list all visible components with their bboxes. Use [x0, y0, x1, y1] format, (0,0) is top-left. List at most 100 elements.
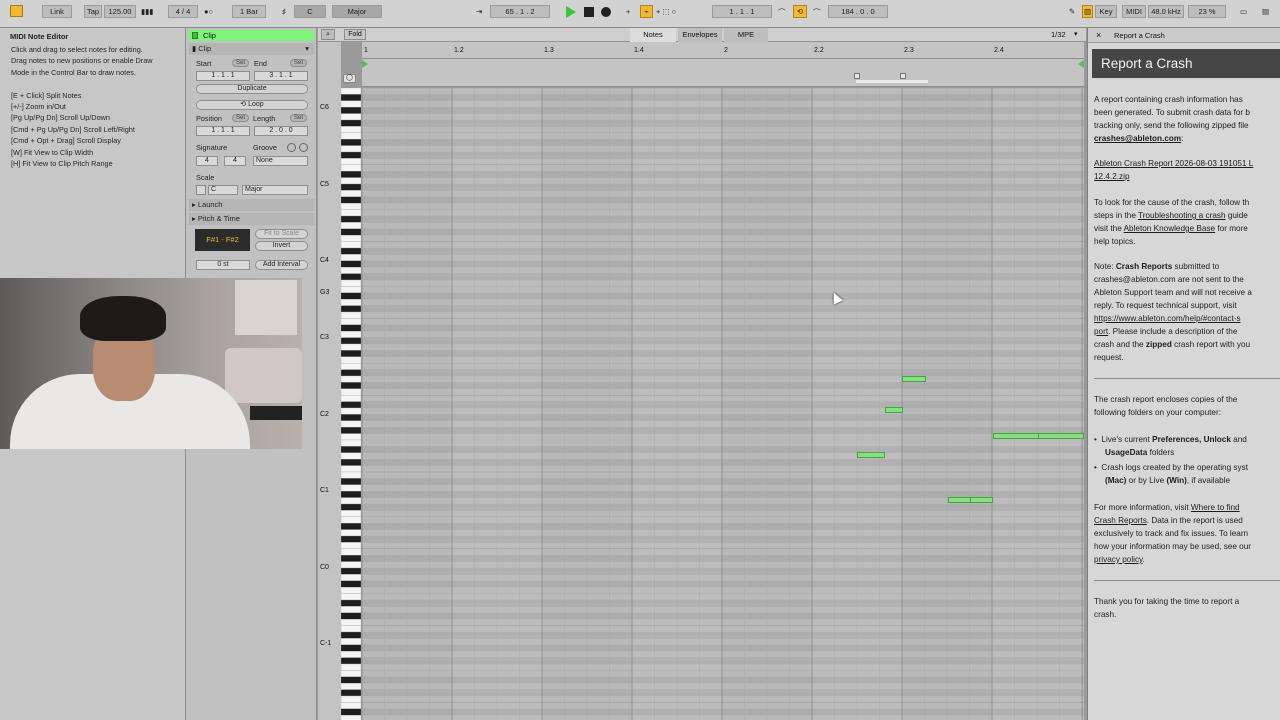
- link-button[interactable]: Link: [42, 5, 72, 18]
- midi-note[interactable]: [948, 497, 971, 503]
- invert-button[interactable]: Invert: [255, 241, 308, 251]
- info-line: [Pg Up/Pg Dn] Scroll Up/Down: [11, 113, 110, 123]
- transpose-field[interactable]: 0 st: [196, 260, 250, 270]
- app-icon[interactable]: [10, 5, 23, 17]
- preview-toggle-icon[interactable]: ◯: [343, 74, 356, 83]
- groove-select[interactable]: None: [253, 156, 308, 166]
- scale-toggle-icon[interactable]: [196, 185, 206, 195]
- automation-arm-icon[interactable]: ⌁: [640, 5, 653, 18]
- meter-field[interactable]: 4 / 4: [168, 5, 198, 18]
- start-marker-icon[interactable]: [362, 60, 368, 68]
- pitch-time-section-header[interactable]: ▸ Pitch & Time: [189, 213, 314, 225]
- knowledge-base-link[interactable]: Ableton Knowledge Base: [1124, 224, 1216, 233]
- piano-keyboard[interactable]: [341, 88, 361, 720]
- key-select[interactable]: C: [294, 5, 326, 18]
- loop-button[interactable]: ⟲ Loop: [196, 100, 308, 110]
- loop-start-flag-icon[interactable]: [854, 73, 860, 79]
- tap-tempo-button[interactable]: Tap: [84, 5, 102, 18]
- capture-icon[interactable]: + ⬚ ○: [656, 7, 676, 16]
- length-field[interactable]: 2 . 0 . 0: [254, 126, 308, 136]
- scale-mode-icon[interactable]: ♯: [282, 7, 286, 16]
- start-field[interactable]: 1 . 1 . 1: [196, 71, 250, 81]
- where-to-find-link[interactable]: Where to find: [1191, 503, 1240, 512]
- crash-zip-line[interactable]: Ableton Crash Report 2026-08-03 191051 L: [1094, 159, 1253, 168]
- crash-email-link[interactable]: crashes@ableton.com: [1094, 134, 1181, 143]
- end-set-button[interactable]: Set: [290, 59, 307, 67]
- troubleshooting-link[interactable]: Troubleshooting a crash: [1138, 211, 1226, 220]
- punch-out-icon[interactable]: ⌒: [813, 7, 821, 18]
- length-set-button[interactable]: Set: [290, 114, 307, 122]
- midi-map-button[interactable]: MIDI: [1122, 5, 1146, 18]
- play-icon[interactable]: [566, 6, 576, 18]
- record-icon[interactable]: [601, 7, 611, 17]
- grid-menu-icon[interactable]: ▾: [1074, 30, 1078, 38]
- scale-key-select[interactable]: C: [208, 185, 238, 195]
- note-grid[interactable]: [362, 88, 1084, 720]
- crash-text: or by Live: [1126, 476, 1167, 485]
- tab-envelopes[interactable]: Envelopes: [678, 28, 722, 42]
- quantize-select[interactable]: 1 Bar: [232, 5, 266, 18]
- pitch-label: C3: [320, 334, 329, 341]
- midi-note[interactable]: [970, 497, 993, 503]
- record-mode-icon[interactable]: ●○: [204, 7, 213, 16]
- groove-hotswap-icon[interactable]: [287, 143, 296, 152]
- tab-mpe[interactable]: MPE: [724, 28, 768, 42]
- draw-mode-icon[interactable]: ✎: [1069, 7, 1075, 16]
- crash-zip-line[interactable]: 12.4.2.zip: [1094, 172, 1130, 181]
- midi-note[interactable]: [857, 452, 885, 458]
- overdub-icon[interactable]: +: [626, 7, 630, 16]
- position-field[interactable]: 1 . 1 . 1: [196, 126, 250, 136]
- key-map-button[interactable]: Key: [1095, 5, 1117, 18]
- launch-section-header[interactable]: ▸ Launch: [189, 199, 314, 211]
- duplicate-button[interactable]: Duplicate: [196, 84, 308, 94]
- end-field[interactable]: 3 . 1 . 1: [254, 71, 308, 81]
- signature-numerator[interactable]: 4: [196, 156, 218, 166]
- loop-length-field[interactable]: 184 . 0 . 0: [828, 5, 888, 18]
- loop-start-field[interactable]: 1 . 1 . 1: [712, 5, 772, 18]
- crash-email-suffix: :: [1181, 134, 1184, 143]
- midi-note[interactable]: [1038, 433, 1084, 439]
- start-set-button[interactable]: Set: [232, 59, 249, 67]
- crash-paragraph-line: Ableton Support team and will not receiv…: [1094, 288, 1252, 297]
- crash-zip-link[interactable]: Ableton Crash Report 2026-08-03 191051 L: [1094, 158, 1280, 171]
- key-map-icon[interactable]: ▥: [1082, 5, 1093, 18]
- fold-button[interactable]: Fold: [344, 29, 366, 40]
- arrangement-position[interactable]: 65 . 1 . 2: [490, 5, 550, 18]
- grid-setting[interactable]: 1/32: [1051, 30, 1066, 39]
- crash-paragraph-line: For more information, visit Where to fin…: [1094, 502, 1280, 515]
- support-link[interactable]: https://www.ableton.com/help/#contact-s: [1094, 314, 1241, 323]
- stop-icon[interactable]: [584, 7, 594, 17]
- signature-denominator[interactable]: 4: [224, 156, 246, 166]
- scale-select[interactable]: Major: [332, 5, 382, 18]
- tab-notes[interactable]: Notes: [630, 28, 676, 42]
- fit-to-scale-button[interactable]: Fit to Scale: [255, 229, 308, 239]
- crash-text: , if available: [1186, 476, 1231, 485]
- tempo-field[interactable]: 125.00: [104, 5, 136, 18]
- clip-section-header[interactable]: ▮ Clip ▾: [189, 43, 314, 55]
- clip-name-bar[interactable]: Clip: [189, 30, 314, 41]
- privacy-policy-link[interactable]: privacy policy: [1094, 555, 1143, 564]
- scale-mode-select[interactable]: Major: [242, 185, 308, 195]
- midi-note[interactable]: [885, 407, 903, 413]
- beat-ruler[interactable]: 1 1.2 1.3 1.4 2 2.2 2.3 2.4: [362, 42, 1084, 87]
- support-link[interactable]: port: [1094, 327, 1108, 336]
- end-marker-icon[interactable]: [1078, 60, 1084, 68]
- add-interval-button[interactable]: Add Interval: [255, 260, 308, 270]
- metronome-icon[interactable]: ▮▮▮: [141, 7, 153, 16]
- groove-add-icon[interactable]: [299, 143, 308, 152]
- follow-icon[interactable]: ⇥: [476, 7, 482, 16]
- midi-note[interactable]: [902, 376, 926, 382]
- loop-icon: ⟲: [240, 101, 249, 108]
- collapse-icon[interactable]: ▾: [305, 43, 309, 55]
- close-icon[interactable]: ×: [1096, 30, 1101, 40]
- midi-note[interactable]: [993, 433, 1039, 439]
- loop-toggle-icon[interactable]: ⟲: [793, 5, 807, 18]
- loop-brace[interactable]: [856, 80, 928, 83]
- zoom-icon[interactable]: ⌕: [321, 29, 335, 40]
- position-set-button[interactable]: Set: [232, 114, 249, 122]
- where-to-find-link[interactable]: Crash Reports: [1094, 516, 1147, 525]
- info-line: [H] Fit View to Clip Pitch Range: [11, 159, 113, 168]
- crash-zip-link[interactable]: 12.4.2.zip: [1094, 171, 1280, 184]
- loop-end-flag-icon[interactable]: [900, 73, 906, 79]
- punch-in-icon[interactable]: ⌒: [778, 7, 786, 18]
